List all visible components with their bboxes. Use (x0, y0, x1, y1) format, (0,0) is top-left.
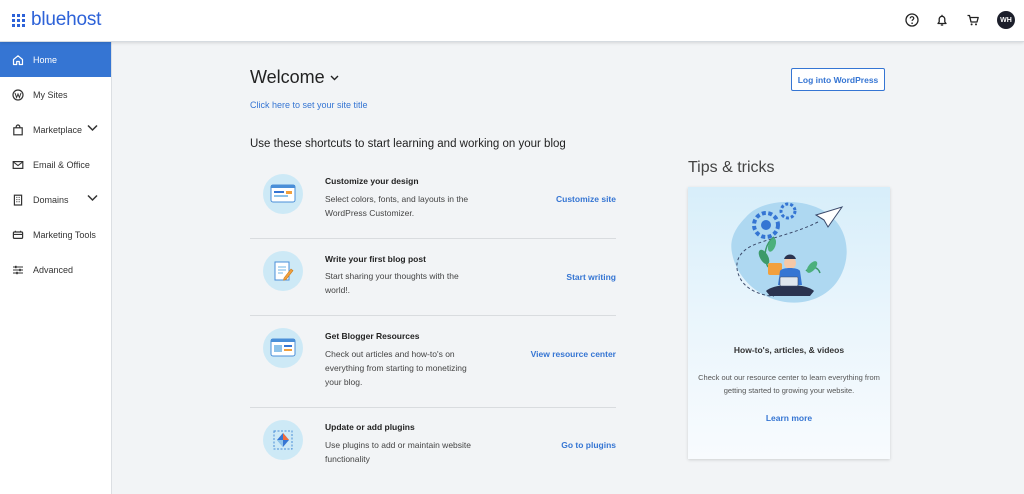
sidebar-item-marketplace[interactable]: Marketplace (0, 112, 111, 147)
wordpress-icon (11, 88, 24, 101)
customize-site-link[interactable]: Customize site (556, 194, 616, 204)
divider (250, 238, 616, 239)
shortcut-title: Customize your design (325, 176, 419, 186)
go-to-plugins-link[interactable]: Go to plugins (561, 440, 616, 450)
brand-name: bluehost (31, 9, 102, 30)
sidebar-item-marketing-tools[interactable]: Marketing Tools (0, 217, 111, 252)
chevron-down-icon (330, 75, 339, 80)
shortcut-title: Get Blogger Resources (325, 331, 420, 341)
shortcut-plugins: Update or add plugins Use plugins to add… (250, 415, 616, 475)
sidebar-item-advanced[interactable]: Advanced (0, 252, 111, 287)
tips-card: How-to's, articles, & videos Check out o… (688, 187, 890, 459)
shortcut-title: Write your first blog post (325, 254, 426, 264)
cart-icon[interactable] (965, 12, 981, 28)
shortcut-title: Update or add plugins (325, 422, 415, 432)
sidebar-item-label: Marketing Tools (33, 229, 96, 240)
plugin-icon (263, 420, 303, 460)
tips-heading: Tips & tricks (688, 159, 775, 176)
avatar[interactable]: WH (997, 11, 1015, 29)
log-into-wordpress-button[interactable]: Log into WordPress (791, 68, 885, 91)
pencil-icon (263, 251, 303, 291)
marketing-icon (11, 228, 24, 241)
divider (250, 315, 616, 316)
sidebar-item-my-sites[interactable]: My Sites (0, 77, 111, 112)
sidebar-item-label: Advanced (33, 264, 74, 275)
shortcut-blogger-resources: Get Blogger Resources Check out articles… (250, 324, 616, 400)
mail-icon (11, 158, 24, 171)
sidebar-item-label: My Sites (33, 89, 68, 100)
sidebar-item-label: Marketplace (33, 124, 83, 135)
bag-icon (11, 123, 24, 136)
shortcut-description: Start sharing your thoughts with the wor… (325, 271, 459, 295)
start-writing-link[interactable]: Start writing (566, 272, 616, 282)
learn-more-link[interactable]: Learn more (688, 413, 890, 423)
design-icon (263, 174, 303, 214)
shortcuts-heading: Use these shortcuts to start learning an… (250, 138, 566, 150)
chevron-down-icon[interactable] (87, 124, 98, 134)
shortcut-description: Select colors, fonts, and layouts in the… (325, 194, 469, 218)
bell-icon[interactable] (934, 12, 950, 28)
building-icon (11, 193, 24, 206)
chevron-down-icon[interactable] (87, 194, 98, 204)
view-resource-center-link[interactable]: View resource center (531, 349, 616, 359)
sidebar-item-domains[interactable]: Domains (0, 182, 111, 217)
sliders-icon (11, 263, 24, 276)
tips-title: How-to's, articles, & videos (733, 345, 845, 355)
divider (250, 407, 616, 408)
home-icon (11, 53, 24, 66)
top-bar: bluehost WH (0, 0, 1024, 42)
browser-icon (263, 328, 303, 368)
sidebar-item-label: Email & Office (33, 159, 90, 170)
shortcut-write-post: Write your first blog post Start sharing… (250, 246, 616, 308)
sidebar-item-email-office[interactable]: Email & Office (0, 147, 111, 182)
sidebar-item-home[interactable]: Home (0, 42, 111, 77)
bluehost-logo[interactable]: bluehost (12, 9, 101, 31)
shortcut-description: Check out articles and how-to's on every… (325, 349, 467, 387)
shortcut-description: Use plugins to add or maintain website f… (325, 440, 471, 464)
learning-illustration (731, 201, 847, 303)
page-title: Welcome (250, 67, 325, 87)
sidebar: Home My Sites Marketplace Email & Office… (0, 42, 112, 494)
welcome-dropdown[interactable]: Welcome (250, 67, 339, 88)
sidebar-item-label: Home (33, 54, 58, 65)
set-site-title-link[interactable]: Click here to set your site title (250, 100, 368, 110)
shortcut-customize-design: Customize your design Select colors, fon… (250, 168, 616, 238)
sidebar-item-label: Domains (33, 194, 69, 205)
tips-description: Check out our resource center to learn e… (698, 373, 880, 395)
help-icon[interactable] (904, 12, 920, 28)
grid-logo-icon (12, 13, 25, 27)
